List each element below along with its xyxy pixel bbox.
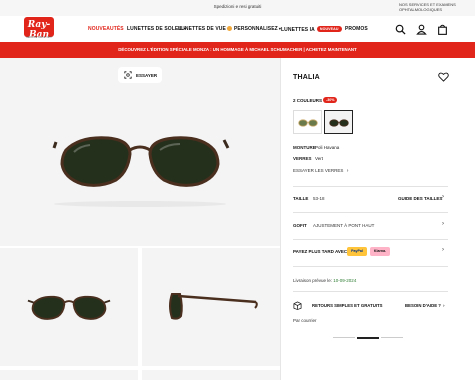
logo-tagline: GENUINE SINCE 1937 xyxy=(26,37,52,39)
spec-value: Poli Havana xyxy=(315,145,340,150)
klarna-logo: Klarna. xyxy=(370,247,390,256)
size-value: 53-18 xyxy=(313,196,325,201)
account-icon[interactable] xyxy=(416,24,427,35)
carousel-pagination xyxy=(333,336,403,339)
paypal-logo: PayPal xyxy=(347,247,367,256)
services-link[interactable]: NOS SERVICES ET EXAMENS OPHTALMOLOGIQUES xyxy=(399,2,463,12)
divider xyxy=(293,186,448,187)
chevron-right-icon: › xyxy=(442,247,444,253)
cart-icon[interactable] xyxy=(437,24,448,35)
help-link[interactable]: BESOIN D'AIDE ? › xyxy=(405,303,445,308)
swatch-glasses-image xyxy=(298,119,318,127)
divider xyxy=(293,266,448,267)
pagination-dot-active[interactable] xyxy=(357,336,379,339)
main-navigation: Ray-Ban GENUINE SINCE 1937 NOUVEAUTÉS LU… xyxy=(0,16,475,42)
pagination-dot[interactable] xyxy=(333,337,355,338)
product-details-panel: THALIA 2 COULEURS -30% MONTUREPoli Havan… xyxy=(280,58,475,380)
chevron-right-icon: › xyxy=(442,221,444,227)
delivery-prefix: Livraison prévue le: xyxy=(293,278,333,283)
try-lenses-link[interactable]: ESSAYER LES VERRES › xyxy=(293,168,348,174)
try-lenses-label: ESSAYER LES VERRES xyxy=(293,168,344,173)
product-image-thumb-4[interactable] xyxy=(142,370,280,380)
customize-icon xyxy=(227,26,232,31)
heart-icon[interactable] xyxy=(438,72,449,82)
size-guide-link[interactable]: GUIDE DES TAILLES xyxy=(398,196,442,201)
size-label: TAILLE xyxy=(293,196,309,201)
sunglasses-side-thumb xyxy=(169,293,258,320)
discount-badge: -30% xyxy=(323,97,338,103)
return-box-icon xyxy=(293,301,302,310)
swatch-glasses-image xyxy=(329,119,349,127)
chevron-right-icon: › xyxy=(442,194,444,200)
pagination-dot[interactable] xyxy=(381,337,403,338)
spec-frame: MONTUREPoli Havana xyxy=(293,145,339,150)
search-icon[interactable] xyxy=(395,24,406,35)
product-image-thumb-3[interactable] xyxy=(0,370,138,380)
nav-item-customize[interactable]: PERSONNALISEZ▾ xyxy=(227,26,281,32)
fit-value: AJUSTEMENT À PONT HAUT xyxy=(313,223,375,228)
nav-item-eyeglasses[interactable]: LUNETTES DE VUE▾ xyxy=(178,26,229,32)
returns-link[interactable]: RETOURS SIMPLES ET GRATUITS xyxy=(312,303,383,308)
nav-item-ai-glasses[interactable]: LUNETTES IA NOUVEAU xyxy=(281,26,342,33)
product-image-main[interactable]: ESSAYER xyxy=(0,58,280,246)
delivery-estimate: Livraison prévue le: 10-09-2024 xyxy=(293,278,356,283)
new-badge: NOUVEAU xyxy=(316,26,342,32)
help-label: BESOIN D'AIDE ? xyxy=(405,303,441,308)
top-utility-bar: Spedizioni e resi gratuiti NOS SERVICES … xyxy=(0,0,475,16)
sunglasses-front-image xyxy=(52,136,230,207)
delivery-date: 10-09-2024 xyxy=(333,278,357,283)
nav-item-promos[interactable]: PROMOS xyxy=(345,26,368,32)
product-image-thumb-front[interactable] xyxy=(0,248,138,366)
chevron-right-icon: › xyxy=(443,303,445,308)
nav-item-nouveautes[interactable]: NOUVEAUTÉS xyxy=(88,26,124,32)
nav-item-label: NOUVEAUTÉS xyxy=(88,26,124,32)
colors-count: 2 COULEURS xyxy=(293,98,323,103)
nav-item-label: PERSONNALISEZ xyxy=(234,26,278,32)
virtual-try-on-icon xyxy=(124,71,132,79)
try-on-label: ESSAYER xyxy=(136,72,158,78)
divider xyxy=(293,291,448,292)
nav-item-label: PROMOS xyxy=(345,26,368,32)
spec-label: MONTURE xyxy=(293,145,316,150)
try-on-button[interactable]: ESSAYER xyxy=(118,67,162,83)
fit-label: GOFIT xyxy=(293,223,307,228)
nav-item-label: LUNETTES DE VUE xyxy=(178,26,226,32)
nav-item-label: LUNETTES IA xyxy=(281,27,315,33)
divider xyxy=(293,212,448,213)
divider xyxy=(293,239,448,240)
spec-value: Vert xyxy=(315,156,324,161)
courier-text: Par courrier xyxy=(293,318,317,323)
spec-label: VERRES xyxy=(293,156,312,161)
product-title: THALIA xyxy=(293,74,320,81)
ray-ban-logo[interactable]: Ray-Ban GENUINE SINCE 1937 xyxy=(24,17,54,40)
sunglasses-front-thumb xyxy=(27,295,111,320)
product-gallery: ESSAYER xyxy=(0,58,280,380)
nav-item-label: LUNETTES DE SOLEIL xyxy=(127,26,183,32)
chevron-right-icon: › xyxy=(346,168,349,174)
spec-lenses: VERRES Vert xyxy=(293,156,323,161)
color-swatch-2-selected[interactable] xyxy=(324,110,353,134)
color-swatch-1[interactable] xyxy=(293,110,322,134)
promo-banner-text: DÉCOUVREZ L'ÉDITION SPÉCIALE MONZA : UN … xyxy=(118,47,357,52)
pay-later-label: PAYEZ PLUS TARD AVEC: xyxy=(293,249,349,254)
promo-banner[interactable]: DÉCOUVREZ L'ÉDITION SPÉCIALE MONZA : UN … xyxy=(0,42,475,58)
product-image-thumb-side[interactable] xyxy=(142,248,280,366)
